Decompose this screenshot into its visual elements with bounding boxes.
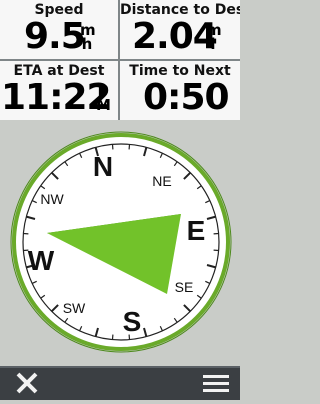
menu-icon	[194, 366, 240, 400]
distance-unit: m i	[206, 23, 220, 51]
north-label: N	[93, 151, 113, 182]
data-fields-panel: Speed 9.5 m h Distance to Dest. 2.04 m i…	[0, 0, 240, 120]
compass-area: N E S W NE SE SW NW	[0, 120, 240, 366]
speed-unit: m h	[80, 23, 94, 51]
time-to-next-field[interactable]: Time to Next 0:50	[120, 61, 240, 120]
south-label: S	[123, 306, 142, 337]
speed-value: 9.5	[24, 17, 85, 57]
distance-to-dest-field[interactable]: Distance to Dest. 2.04 m i	[120, 0, 240, 59]
time-to-next-value: 0:50	[143, 78, 229, 118]
speed-field[interactable]: Speed 9.5 m h	[0, 0, 118, 59]
west-label: W	[28, 245, 55, 276]
southwest-label: SW	[63, 300, 86, 316]
menu-button[interactable]	[194, 366, 240, 400]
northwest-label: NW	[40, 191, 64, 207]
distance-value: 2.04	[132, 17, 217, 57]
southeast-label: SE	[175, 279, 194, 295]
close-icon	[0, 366, 46, 400]
eta-value: 11:22	[1, 78, 111, 118]
eta-ampm: P M	[96, 84, 110, 112]
northeast-label: NE	[152, 173, 171, 189]
bottom-toolbar	[0, 366, 240, 400]
close-button[interactable]	[0, 366, 46, 400]
eta-field[interactable]: ETA at Dest 11:22 P M	[0, 61, 118, 120]
compass: N E S W NE SE SW NW	[0, 120, 240, 366]
east-label: E	[187, 215, 206, 246]
